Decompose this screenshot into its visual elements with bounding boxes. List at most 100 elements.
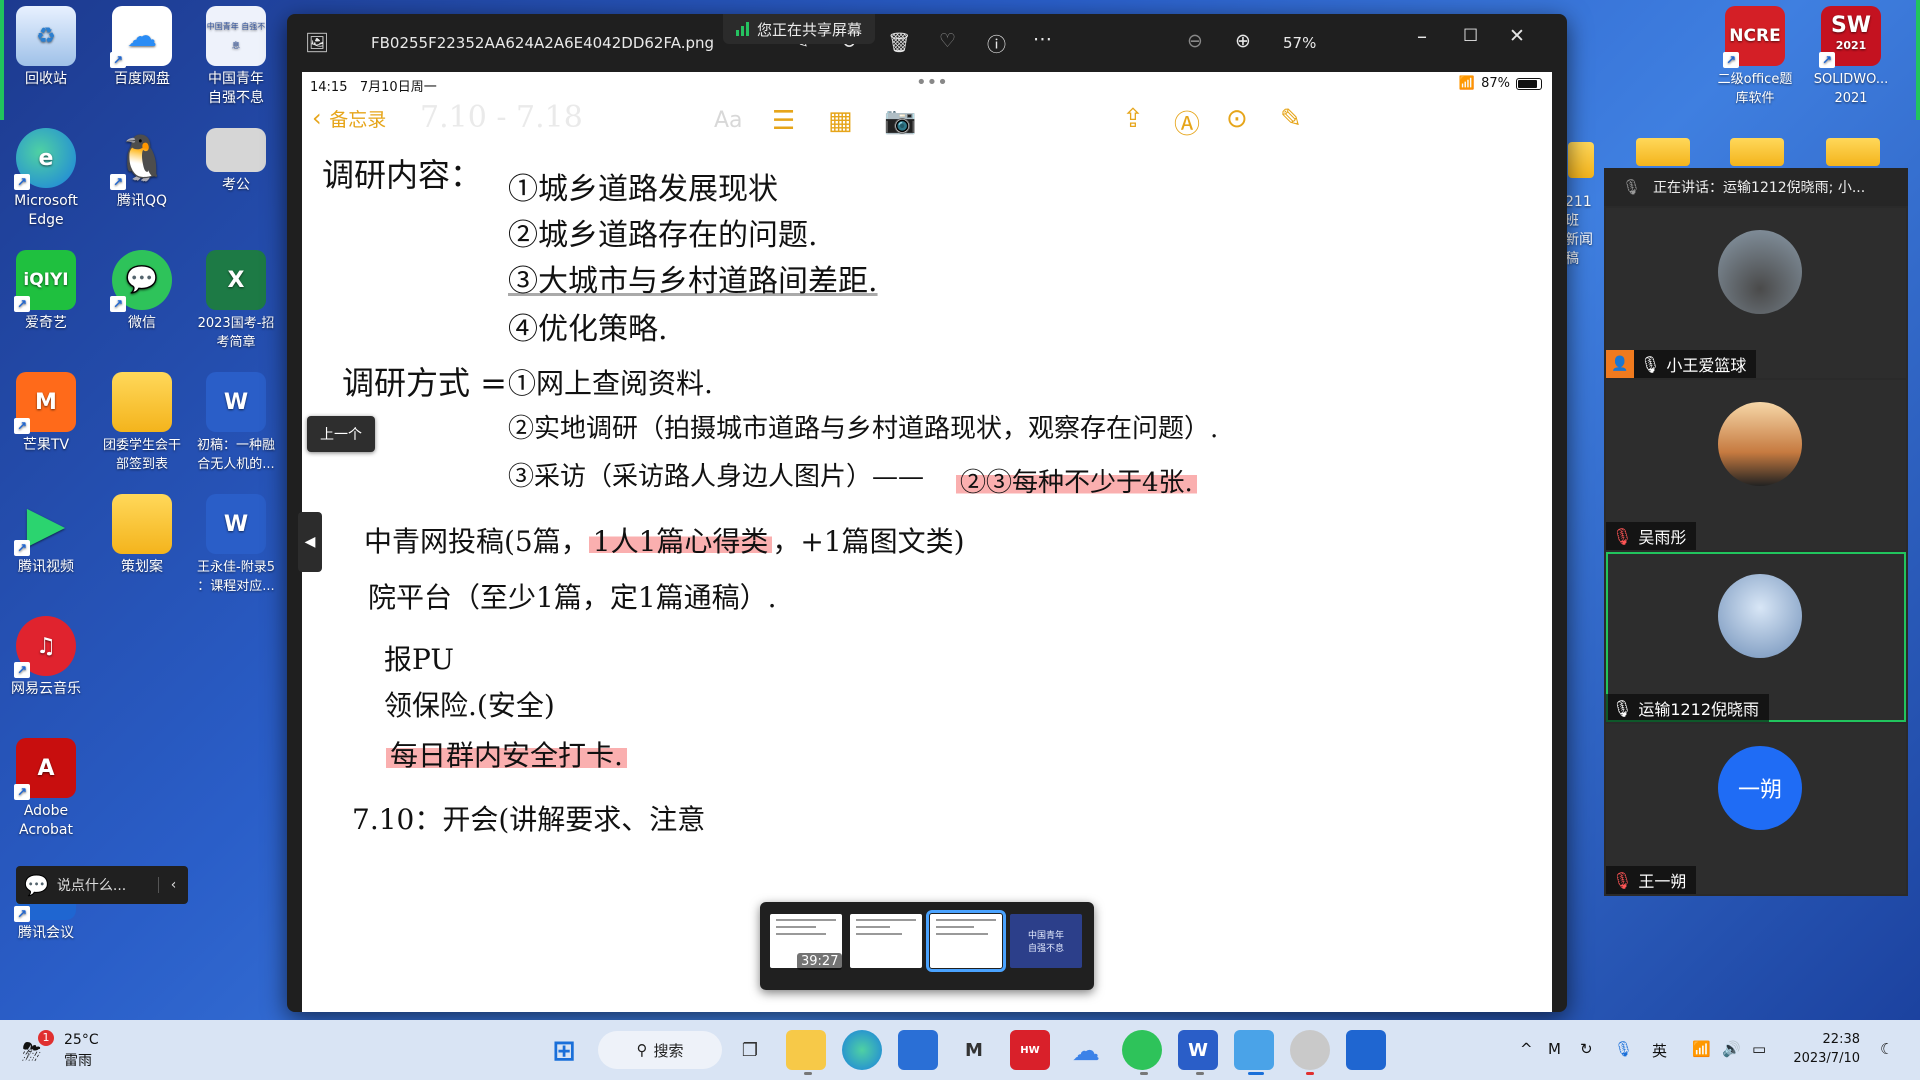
folder-student-union[interactable]: 团委学生会干 部签到表 — [97, 372, 187, 474]
ipad-status-bar: 14:15 7月10日周一 — [310, 76, 437, 95]
store-icon[interactable] — [898, 1030, 938, 1070]
screen-share-banner[interactable]: 您正在共享屏幕 — [723, 14, 875, 44]
excel-icon: X — [206, 250, 266, 310]
ime-indicator[interactable]: 英 — [1652, 1040, 1667, 1061]
zoom-in-icon[interactable]: ⊕ — [1235, 30, 1251, 52]
compose-icon[interactable]: ✎ — [1280, 104, 1302, 134]
folder-icon — [112, 372, 172, 432]
delete-icon[interactable]: 🗑 — [887, 31, 911, 54]
filmstrip-thumb[interactable] — [850, 914, 922, 968]
back-button[interactable]: ‹ 备忘录 — [312, 104, 386, 132]
note-method-photo-count: ②③每种不少于4张. — [956, 462, 1197, 499]
cyl-file-shortcut[interactable]: 中国青年 自强不息 中国青年 自强不息 — [191, 6, 281, 108]
photos-app-icon: 🖼 — [305, 32, 330, 54]
note-meeting: 7.10：开会(讲解要求、注意 — [352, 803, 706, 836]
tray-mi-icon[interactable]: M — [1548, 1040, 1561, 1058]
participant-name-bar: 👤 🎙 小王爱篮球 — [1606, 350, 1757, 378]
kaogong-folder[interactable]: 考公 — [191, 128, 281, 195]
excel-file-shortcut[interactable]: X 2023国考-招 考简章 — [191, 250, 281, 352]
checklist-icon[interactable]: ☰ — [772, 106, 795, 136]
collapse-chevron-icon[interactable]: ‹ — [158, 877, 188, 893]
video-thumbnail-icon — [206, 128, 266, 172]
participant-tile[interactable]: 一朔 🎙 王一朔 — [1606, 724, 1906, 894]
tray-clock[interactable]: 22:38 2023/7/10 — [1790, 1030, 1860, 1068]
solidworks-shortcut[interactable]: SW 2021 ↗ SOLIDWO... 2021 — [1806, 6, 1896, 108]
iqiyi-icon: iQIYI ↗ — [14, 250, 76, 312]
folder-icon[interactable] — [1568, 142, 1594, 178]
markup-pen-icon[interactable]: Ⓐ — [1174, 104, 1200, 141]
participant-tile[interactable]: 🎙 吴雨彤 — [1606, 380, 1906, 550]
taskbar-search[interactable]: ⚲ 搜索 — [598, 1031, 722, 1069]
folder-icon[interactable] — [1826, 138, 1880, 166]
folder-icon[interactable] — [1636, 138, 1690, 166]
tencent-video-shortcut[interactable]: ▶ ↗ 腾讯视频 — [1, 494, 91, 577]
document-thumbnail-icon: 中国青年 自强不息 — [206, 6, 266, 66]
meeting-taskbar-icon[interactable] — [1346, 1030, 1386, 1070]
participant-tile[interactable]: 👤 🎙 小王爱篮球 — [1606, 208, 1906, 378]
folder-211-label[interactable]: 211班 新闻稿 — [1565, 193, 1603, 269]
task-view-icon[interactable]: ❐ — [730, 1030, 770, 1070]
tray-overflow-chevron-icon[interactable]: ^ — [1520, 1040, 1533, 1058]
ncre-shortcut[interactable]: NCRE ↗ 二级office题 库软件 — [1710, 6, 1800, 108]
word-appendix-shortcut[interactable]: W 王永佳-附录5 ：课程对应... — [191, 494, 281, 596]
acrobat-shortcut[interactable]: A ↗ Adobe Acrobat — [1, 738, 91, 840]
tray-battery-icon[interactable]: ▭ — [1752, 1040, 1766, 1058]
iqiyi-shortcut[interactable]: iQIYI ↗ 爱奇艺 — [1, 250, 91, 333]
zoom-out-icon[interactable]: ⊖ — [1187, 30, 1203, 52]
notes-screenshot: 14:15 7月10日周一 ••• 📶 87% ‹ 备忘录 Aa ☰ ▦ 📷 ⇪… — [302, 72, 1552, 1012]
qq-shortcut[interactable]: 🐧 ↗ 腾讯QQ — [97, 128, 187, 211]
more-circle-icon[interactable]: ⊙ — [1226, 104, 1248, 134]
chat-bubble-icon: 💬 — [24, 873, 49, 897]
battery-percent: 87% — [1481, 76, 1510, 91]
start-button[interactable]: ⊞ — [544, 1030, 584, 1070]
tray-mic-icon[interactable]: 🎙 — [1614, 1040, 1633, 1058]
edge-taskbar-icon[interactable] — [842, 1030, 882, 1070]
weather-widget[interactable]: ⛈ 1 25°C 雷雨 — [20, 1030, 140, 1070]
note-daily-checkin: 每日群内安全打卡. — [386, 734, 627, 774]
running-indicator — [1140, 1072, 1148, 1075]
wechat-shortcut[interactable]: 💬 ↗ 微信 — [97, 250, 187, 333]
minimize-icon[interactable]: – — [1417, 24, 1427, 48]
tray-sync-icon[interactable]: ↻ — [1580, 1040, 1593, 1058]
huawei-app-icon[interactable]: HW — [1010, 1030, 1050, 1070]
tray-wifi-icon[interactable]: 📶 — [1692, 1040, 1711, 1058]
photo-viewer-window: 🖼 FB0255F22352AA624A2A6E4042DD62FA.png ✎… — [287, 14, 1567, 1012]
favorite-heart-icon[interactable]: ♡ — [939, 30, 956, 52]
meeting-chat-input[interactable]: 💬 说点什么... ‹ — [16, 866, 188, 904]
solidworks-icon: SW 2021 ↗ — [1819, 6, 1881, 68]
netease-music-shortcut[interactable]: ♫ ↗ 网易云音乐 — [1, 616, 91, 699]
folder-icon[interactable] — [1730, 138, 1784, 166]
wechat-taskbar-icon[interactable] — [1122, 1030, 1162, 1070]
notification-icon[interactable]: ☾ — [1880, 1040, 1893, 1058]
viewer-titlebar: 🖼 FB0255F22352AA624A2A6E4042DD62FA.png ✎… — [287, 14, 1567, 72]
word-draft-shortcut[interactable]: W 初稿：一种融 合无人机的... — [191, 372, 281, 474]
recycle-bin-shortcut[interactable]: ♻ 回收站 — [1, 6, 91, 89]
status-time: 14:15 — [310, 80, 348, 95]
filmstrip: 中国青年 自强不息 — [760, 902, 1094, 990]
more-options-icon[interactable]: ⋯ — [1033, 28, 1052, 50]
edge-shortcut[interactable]: e ↗ Microsoft Edge — [1, 128, 91, 230]
camera-icon[interactable]: 📷 — [884, 106, 916, 136]
edge-icon: e ↗ — [14, 128, 76, 190]
close-icon[interactable]: ✕ — [1509, 25, 1525, 47]
previous-arrow-button[interactable]: ◀ — [298, 512, 322, 572]
mangotv-shortcut[interactable]: M ↗ 芒果TV — [1, 372, 91, 455]
participant-tile-active[interactable]: 🎙 运输1212倪晓雨 — [1606, 552, 1906, 722]
table-icon[interactable]: ▦ — [828, 106, 853, 136]
profile-app-icon[interactable] — [1290, 1030, 1330, 1070]
text-format-button[interactable]: Aa — [714, 108, 743, 133]
filmstrip-thumb[interactable]: 中国青年 自强不息 — [1010, 914, 1082, 968]
tray-volume-icon[interactable]: 🔊 — [1722, 1040, 1741, 1058]
photos-taskbar-icon[interactable] — [1234, 1030, 1274, 1070]
cloud-app-icon[interactable]: ☁ — [1066, 1030, 1106, 1070]
baidu-netdisk-shortcut[interactable]: ☁ ↗ 百度网盘 — [97, 6, 187, 89]
mi-app-icon[interactable]: M — [954, 1030, 994, 1070]
info-icon[interactable]: ⓘ — [987, 30, 1006, 57]
word-taskbar-icon[interactable]: W — [1178, 1030, 1218, 1070]
file-explorer-icon[interactable] — [786, 1030, 826, 1070]
maximize-icon[interactable]: ☐ — [1463, 26, 1478, 46]
participant-name-bar: 🎙 王一朔 — [1606, 866, 1697, 894]
filmstrip-thumb-selected[interactable] — [926, 910, 1006, 972]
folder-plan[interactable]: 策划案 — [97, 494, 187, 577]
share-icon[interactable]: ⇪ — [1122, 104, 1144, 134]
